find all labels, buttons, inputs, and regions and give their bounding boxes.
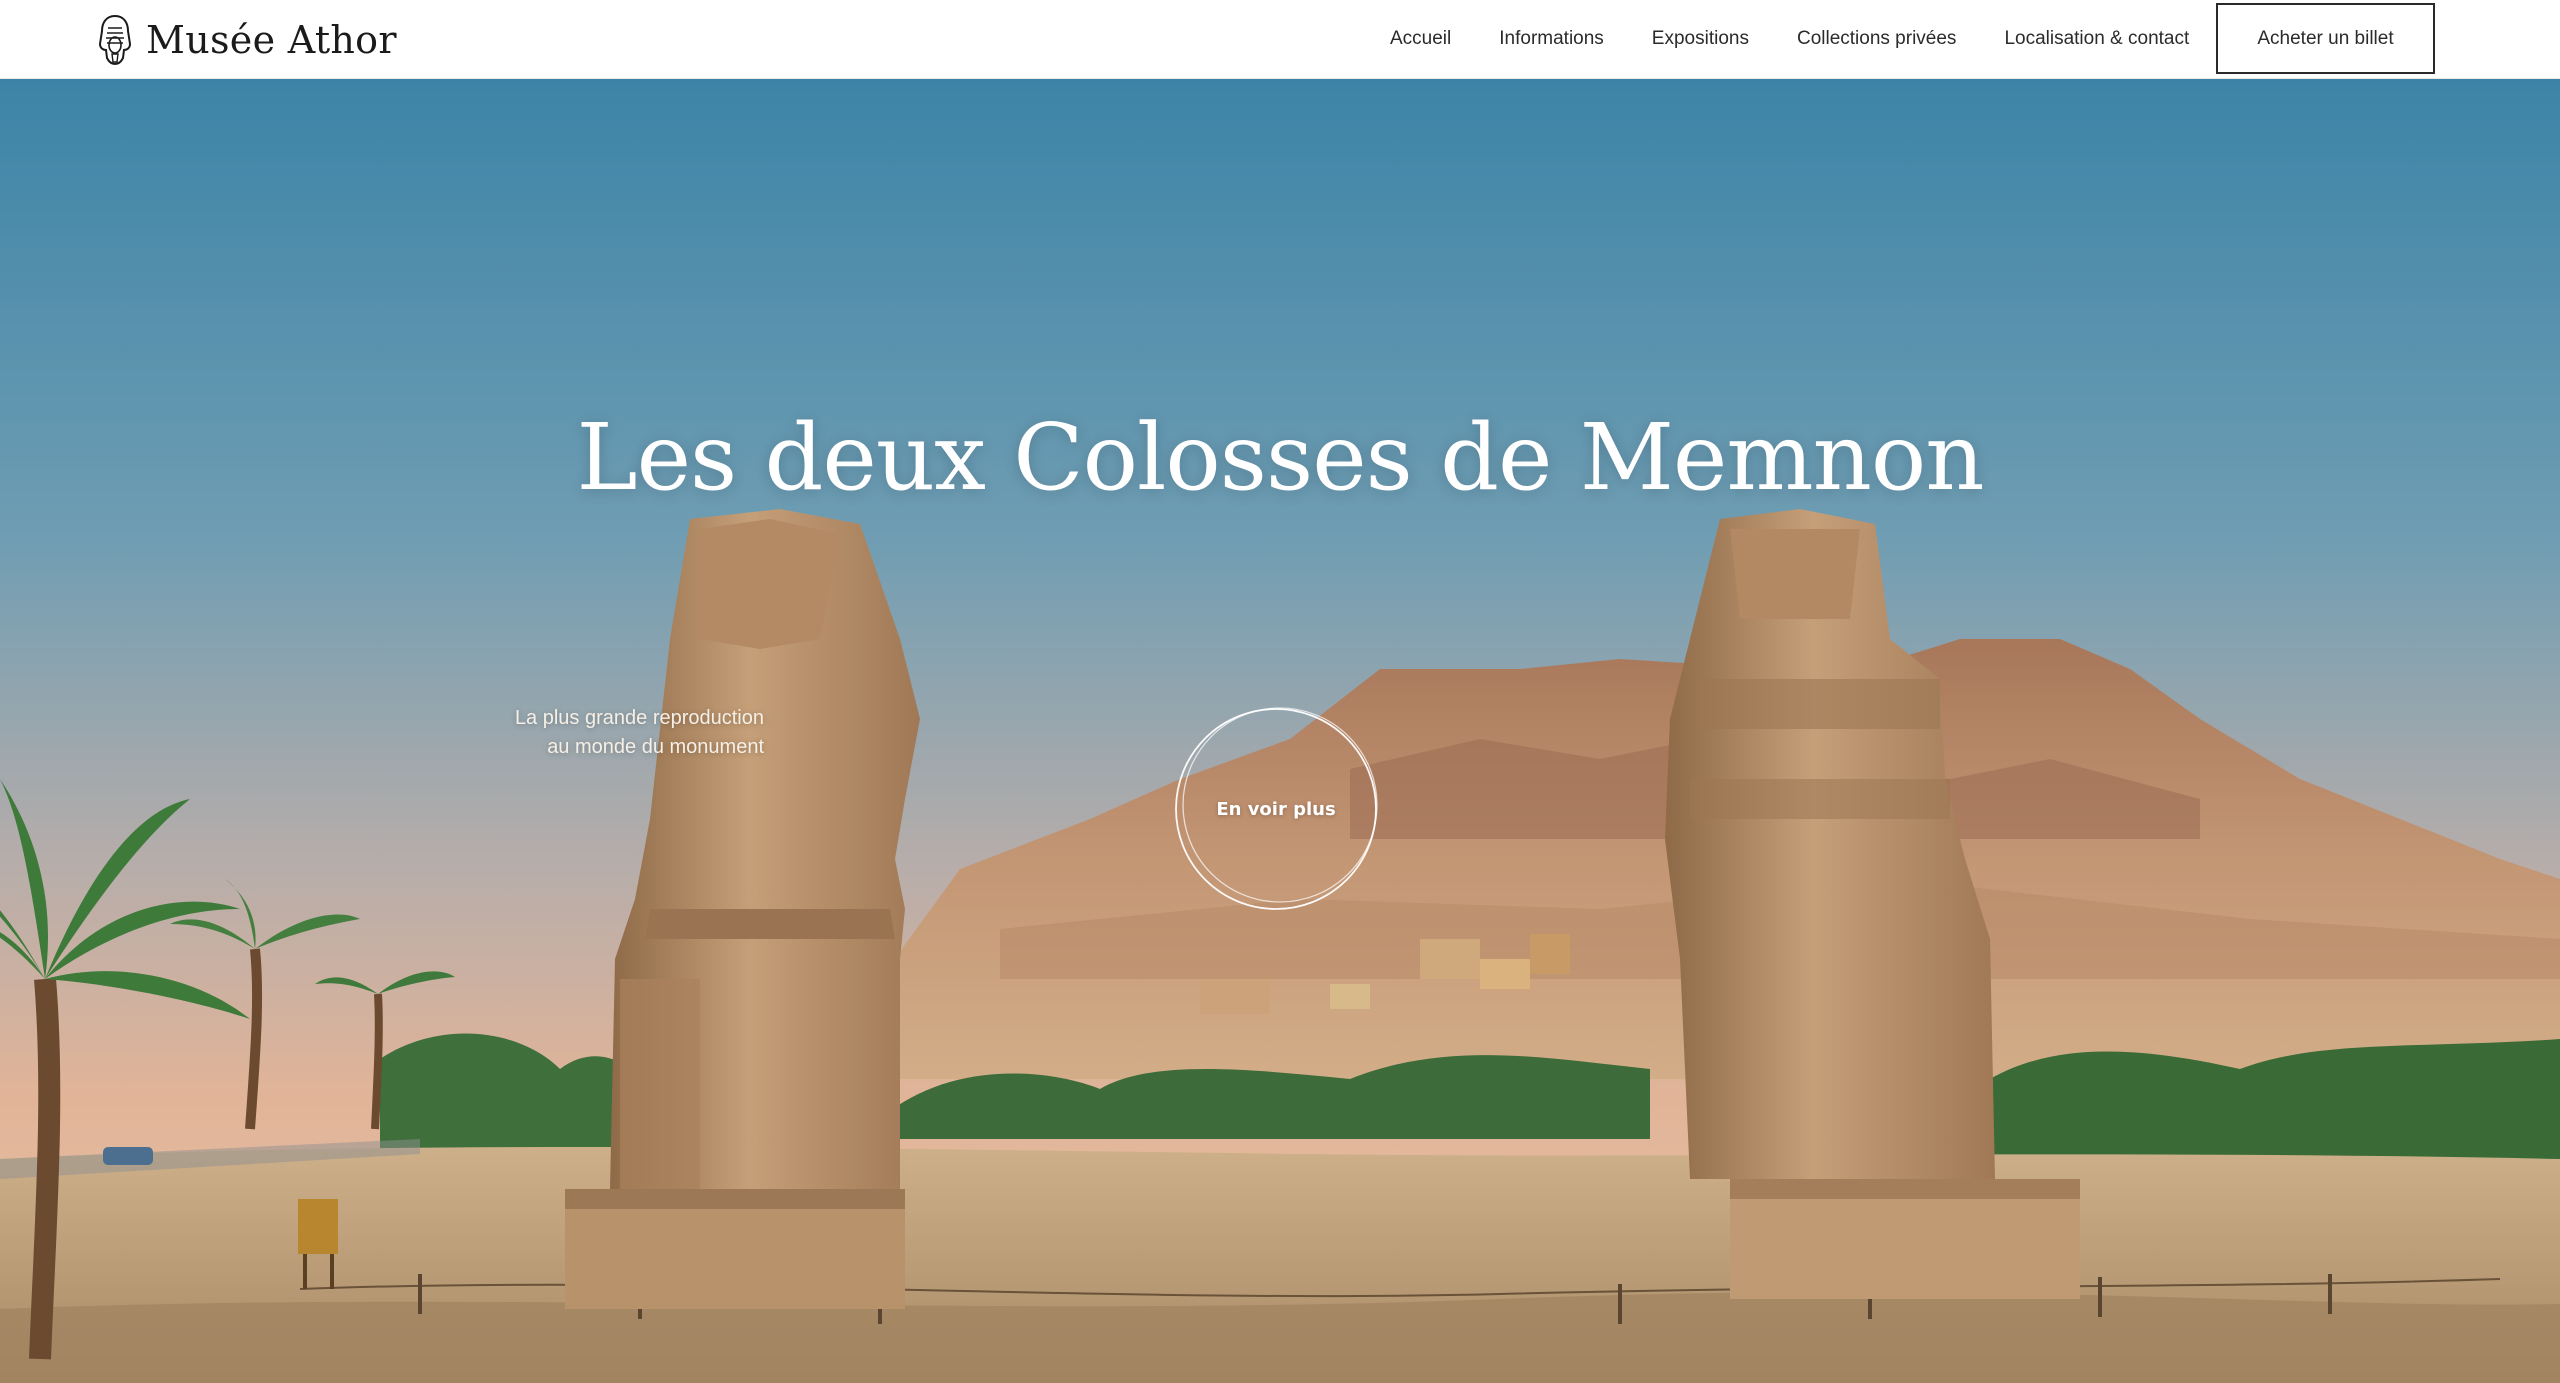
nav-item-informations[interactable]: Informations — [1499, 28, 1604, 50]
main-nav: Accueil Informations Expositions Collect… — [1390, 0, 2189, 78]
buy-ticket-button[interactable]: Acheter un billet — [2216, 3, 2435, 74]
site-header: Musée Athor Accueil Informations Exposit… — [0, 0, 2560, 79]
see-more-label: En voir plus — [1216, 798, 1336, 820]
pharaoh-head-icon — [98, 14, 132, 66]
hero-subtitle-line-2: au monde du monument — [547, 736, 764, 758]
logo-text: Musée Athor — [146, 18, 397, 62]
nav-item-accueil[interactable]: Accueil — [1390, 28, 1451, 50]
site-logo[interactable]: Musée Athor — [98, 12, 397, 68]
nav-item-expositions[interactable]: Expositions — [1652, 28, 1749, 50]
hero-section: Les deux Colosses de Memnon La plus gran… — [0, 79, 2560, 1383]
see-more-button[interactable]: En voir plus — [1172, 705, 1380, 913]
nav-item-collections-privees[interactable]: Collections privées — [1797, 28, 1956, 50]
hero-subtitle: La plus grande reproduction au monde du … — [344, 704, 764, 762]
hero-title: Les deux Colosses de Memnon — [576, 404, 1985, 511]
hero-subtitle-line-1: La plus grande reproduction — [514, 707, 764, 729]
nav-item-localisation-contact[interactable]: Localisation & contact — [2004, 28, 2189, 50]
